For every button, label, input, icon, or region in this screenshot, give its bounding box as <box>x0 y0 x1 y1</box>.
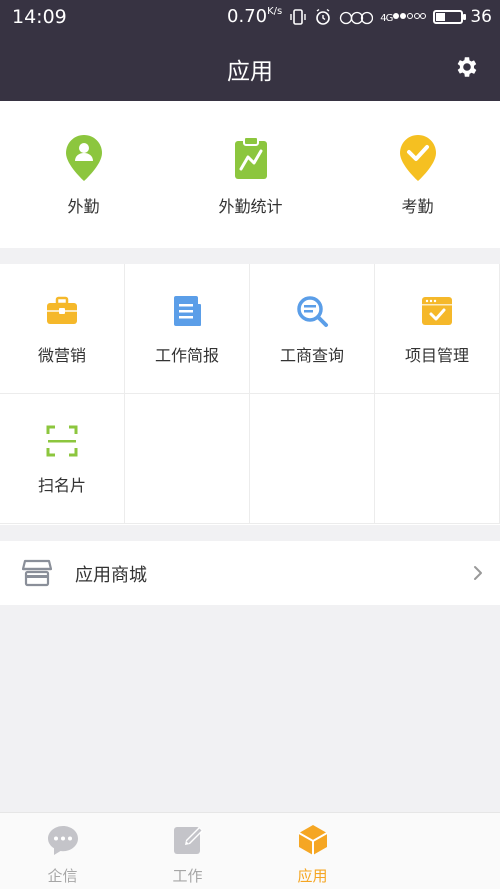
chat-icon <box>47 826 78 855</box>
search-doc-icon <box>297 296 328 327</box>
quick-item-field-work[interactable]: 外勤 <box>0 101 167 248</box>
top-bar: 14:09 0.70K/s 4G 36 应用 <box>0 0 500 101</box>
vibrate-icon <box>290 8 306 25</box>
tab-label: 企信 <box>47 867 78 885</box>
app-micro-marketing[interactable]: 微营销 <box>0 264 125 394</box>
briefcase-icon <box>47 296 77 324</box>
newspaper-icon <box>174 296 201 326</box>
tab-apps[interactable]: 应用 <box>250 813 375 889</box>
app-store-label: 应用商城 <box>75 565 147 586</box>
empty-cell <box>250 394 375 524</box>
quick-actions: 外勤 外勤统计 考勤 <box>0 101 500 248</box>
location-check-icon <box>399 135 436 181</box>
status-bar: 14:09 0.70K/s 4G 36 <box>0 0 500 34</box>
cube-icon <box>298 825 327 855</box>
app-label: 工商查询 <box>279 346 344 365</box>
tab-work[interactable]: 工作 <box>125 813 250 889</box>
bottom-tab-bar: 企信 工作 应用 <box>0 812 500 889</box>
empty-cell <box>375 394 500 524</box>
status-right: 0.70K/s 4G 36 <box>227 6 492 27</box>
network-type: 4G <box>380 13 393 24</box>
network-speed-value: 0.70 <box>227 6 268 27</box>
quick-item-field-stats[interactable]: 外勤统计 <box>167 101 334 248</box>
alarm-icon <box>316 8 331 25</box>
app-scan-card[interactable]: 扫名片 <box>0 394 125 524</box>
stats-clipboard-icon <box>234 136 267 179</box>
quick-item-label: 考勤 <box>401 197 434 216</box>
app-project-management[interactable]: 项目管理 <box>375 264 500 394</box>
app-work-brief[interactable]: 工作简报 <box>125 264 250 394</box>
store-icon <box>22 559 52 587</box>
network-speed: 0.70K/s <box>227 6 282 27</box>
app-label: 项目管理 <box>404 346 469 365</box>
gear-icon[interactable] <box>454 54 480 80</box>
signal-icon: 4G <box>380 9 427 24</box>
status-time: 14:09 <box>12 6 67 28</box>
notification-icons <box>340 11 374 24</box>
empty-cell <box>125 394 250 524</box>
app-store-row[interactable]: 应用商城 <box>0 541 500 605</box>
app-label: 工作简报 <box>154 346 219 365</box>
quick-item-label: 外勤统计 <box>218 197 283 216</box>
quick-item-label: 外勤 <box>67 197 100 216</box>
app-label: 微营销 <box>37 346 86 365</box>
tab-label: 工作 <box>172 867 203 885</box>
app-label: 扫名片 <box>37 476 86 495</box>
window-check-icon <box>422 297 452 325</box>
tab-messages[interactable]: 企信 <box>0 813 125 889</box>
signal-dots-icon <box>393 13 427 19</box>
tab-label: 应用 <box>297 867 328 885</box>
chevron-right-icon <box>474 566 482 580</box>
location-person-icon <box>65 135 102 181</box>
network-speed-unit: K/s <box>267 6 283 17</box>
quick-item-attendance[interactable]: 考勤 <box>334 101 500 248</box>
app-business-query[interactable]: 工商查询 <box>250 264 375 394</box>
scan-icon <box>46 425 78 457</box>
battery-icon <box>433 9 467 24</box>
page-title: 应用 <box>227 59 273 85</box>
edit-icon <box>173 827 203 854</box>
battery-level: 36 <box>470 6 492 27</box>
battery-fill <box>436 12 445 21</box>
app-grid: 微营销 工作简报 工商查询 项目管理 扫名片 <box>0 264 500 525</box>
